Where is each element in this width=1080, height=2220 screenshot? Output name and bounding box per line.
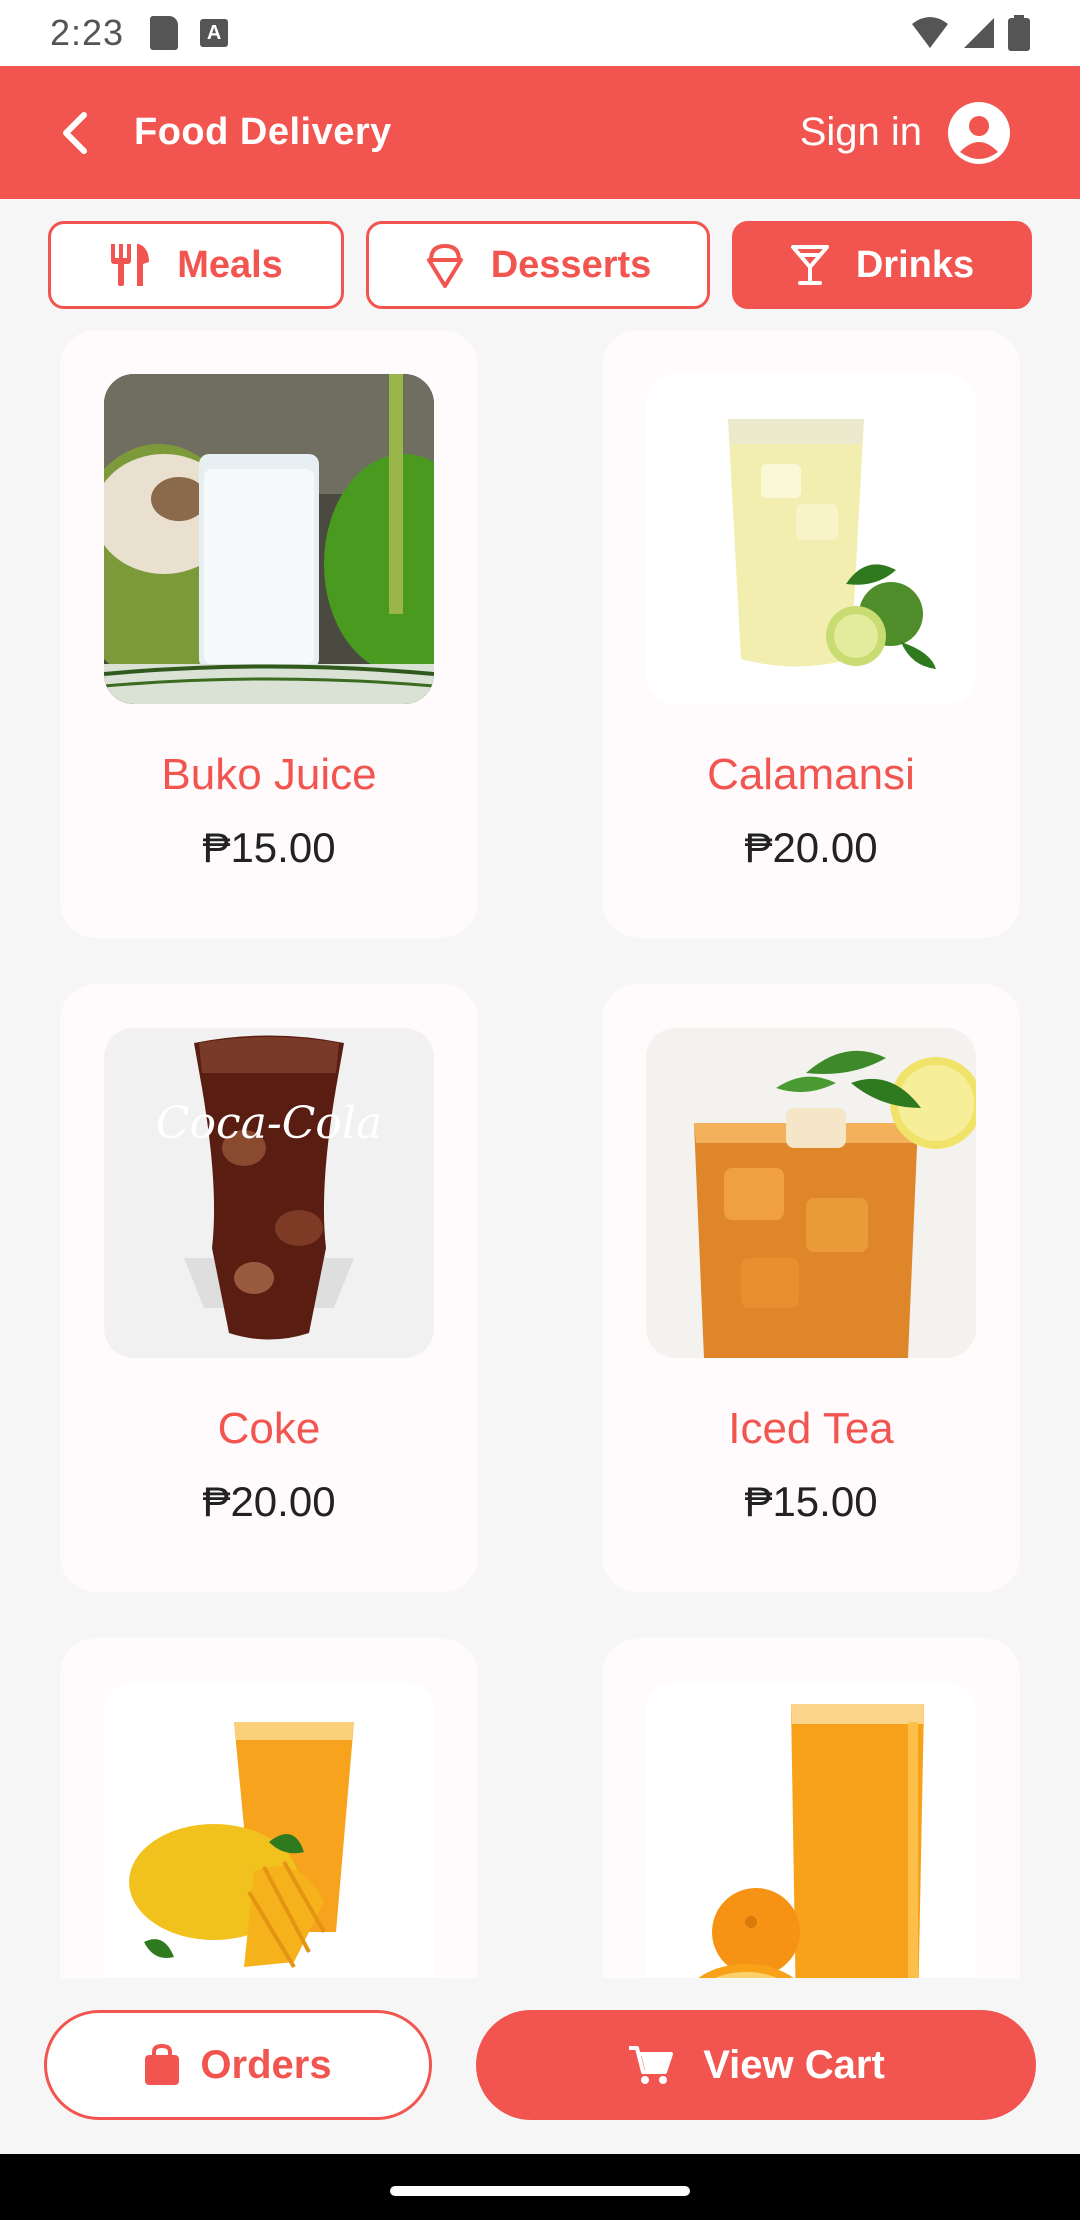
product-name: Calamansi [707, 750, 915, 799]
product-card-iced-tea[interactable]: Iced Tea ₱15.00 [602, 984, 1020, 1592]
product-grid[interactable]: Buko Juice ₱15.00 Calamansi ₱20.00 Coca-… [0, 330, 1080, 1978]
product-card-orange-juice[interactable] [602, 1638, 1020, 1978]
product-price: ₱20.00 [202, 1478, 336, 1525]
status-bar: 2:23 A [0, 0, 1080, 66]
product-price: ₱20.00 [744, 824, 878, 871]
product-card-buko-juice[interactable]: Buko Juice ₱15.00 [60, 330, 478, 938]
buko-juice-image [104, 374, 434, 704]
page-title: Food Delivery [134, 111, 392, 153]
sign-in-label: Sign in [799, 110, 922, 154]
fork-knife-icon [111, 244, 150, 286]
ice-cream-icon [426, 243, 463, 288]
bottom-actions: Orders View Cart [0, 2010, 1080, 2120]
wifi-icon [912, 17, 948, 48]
tab-drinks-label: Drinks [855, 243, 975, 286]
chevron-left-icon [63, 111, 87, 154]
calamansi-image [646, 374, 976, 704]
back-button[interactable] [30, 66, 120, 199]
battery-icon [1008, 15, 1030, 51]
app-bar: Food Delivery Sign in [0, 66, 1080, 199]
sd-card-icon [150, 16, 179, 50]
product-card-coke[interactable]: Coca-Cola Coke ₱20.00 [60, 984, 478, 1592]
view-cart-button[interactable]: View Cart [476, 2010, 1036, 2120]
product-price: ₱15.00 [202, 824, 336, 871]
product-name: Buko Juice [161, 750, 377, 799]
product-name: Iced Tea [728, 1404, 894, 1453]
tab-drinks[interactable]: Drinks [732, 221, 1032, 309]
a-notification-icon: A [200, 19, 229, 47]
iced-tea-image [646, 1028, 976, 1358]
category-tabs: Meals Desserts Drinks [0, 221, 1080, 309]
svg-text:Coca-Cola: Coca-Cola [156, 1098, 382, 1149]
view-cart-label: View Cart [703, 2042, 885, 2087]
tab-meals-label: Meals [177, 243, 283, 286]
tab-desserts-label: Desserts [490, 243, 652, 286]
tab-meals[interactable]: Meals [48, 221, 344, 309]
home-gesture-handle[interactable] [390, 2186, 690, 2196]
tab-desserts[interactable]: Desserts [366, 221, 710, 309]
orders-label: Orders [200, 2042, 332, 2087]
product-price: ₱15.00 [744, 1478, 878, 1525]
coke-image: Coca-Cola [104, 1028, 434, 1358]
product-card-mango-juice[interactable] [60, 1638, 478, 1978]
mango-juice-image [104, 1682, 434, 1978]
signal-icon [964, 18, 994, 48]
status-time: 2:23 [50, 12, 125, 53]
account-circle-icon [948, 101, 1010, 164]
product-name: Coke [217, 1404, 321, 1453]
orders-button[interactable]: Orders [44, 2010, 432, 2120]
cocktail-glass-icon [790, 245, 829, 285]
product-card-calamansi[interactable]: Calamansi ₱20.00 [602, 330, 1020, 938]
shopping-cart-icon [629, 2046, 674, 2084]
sign-in-button[interactable]: Sign in [799, 101, 1010, 164]
system-navigation-bar [0, 2154, 1080, 2220]
orange-juice-image [646, 1682, 976, 1978]
shopping-bag-icon [145, 2044, 180, 2085]
